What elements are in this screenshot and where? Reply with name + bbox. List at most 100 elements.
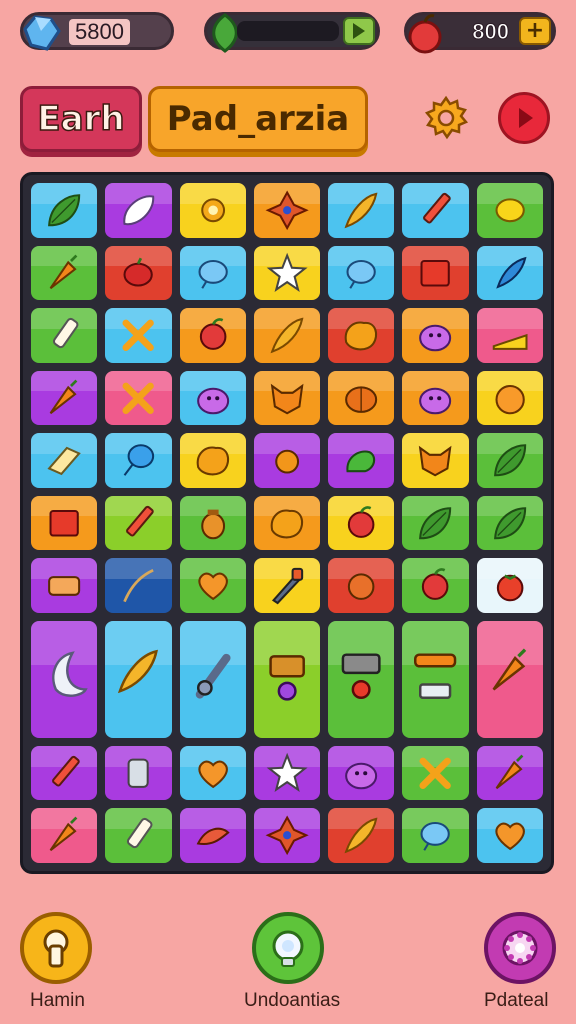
leaf-icon (493, 506, 526, 540)
tile-1-1[interactable] (105, 245, 172, 301)
tile-5-6[interactable] (476, 495, 543, 551)
tile-1-5[interactable] (402, 245, 469, 301)
tile-2-2[interactable] (179, 308, 246, 363)
tile-6-3[interactable] (253, 558, 321, 613)
tile-10-1[interactable] (105, 808, 172, 863)
tile-4-3[interactable] (253, 433, 321, 488)
tile-7-2[interactable] (179, 620, 246, 738)
home-button[interactable] (20, 912, 92, 984)
coins-value: 800 (472, 19, 510, 45)
tile-0-3[interactable] (253, 183, 321, 238)
tile-10-0[interactable] (31, 808, 98, 863)
tile-3-4[interactable] (328, 370, 395, 426)
tile-2-6[interactable] (476, 308, 543, 363)
tile-0-4[interactable] (328, 183, 395, 238)
tile-4-4[interactable] (328, 433, 395, 488)
tile-9-5[interactable] (402, 745, 469, 801)
tile-6-5[interactable] (402, 558, 469, 613)
tile-0-1[interactable] (105, 183, 172, 238)
lightbulb-icon (272, 930, 304, 967)
slime-icon (419, 324, 452, 352)
tile-5-1[interactable] (105, 495, 172, 551)
tile-7-5[interactable] (402, 620, 469, 738)
tile-1-6[interactable] (476, 245, 543, 301)
seed-icon (123, 195, 155, 226)
tile-7-1[interactable] (105, 620, 172, 738)
tile-9-6[interactable] (476, 745, 543, 801)
tile-7-4[interactable] (328, 620, 395, 738)
tile-9-1[interactable] (105, 745, 172, 801)
tile-7-3[interactable] (253, 620, 321, 738)
gem-icon (23, 15, 61, 51)
tile-2-1[interactable] (105, 308, 172, 363)
tile-2-5[interactable] (402, 308, 469, 363)
play-button[interactable] (498, 92, 550, 144)
settings-button[interactable] (484, 912, 556, 984)
tile-2-4[interactable] (328, 308, 395, 363)
add-coins-button[interactable]: + (519, 17, 551, 45)
tile-9-2[interactable] (179, 745, 246, 801)
tile-9-0[interactable] (31, 745, 98, 801)
tile-5-0[interactable] (31, 495, 98, 551)
add-energy-button[interactable] (343, 17, 375, 45)
butter-icon (47, 446, 81, 476)
tile-4-1[interactable] (105, 433, 172, 488)
tile-3-5[interactable] (402, 370, 469, 426)
tile-3-1[interactable] (105, 370, 172, 426)
tile-3-0[interactable] (31, 370, 98, 426)
gear-icon[interactable] (420, 92, 472, 144)
fox-icon (270, 383, 304, 415)
tile-6-2[interactable] (179, 558, 246, 613)
upgrades-button[interactable] (252, 912, 324, 984)
tile-1-4[interactable] (328, 245, 395, 301)
quill-icon (495, 256, 527, 289)
tile-5-2[interactable] (179, 495, 246, 551)
star-icon (266, 752, 308, 792)
tile-4-5[interactable] (402, 433, 469, 488)
tile-1-2[interactable] (179, 245, 246, 301)
tile-1-3[interactable] (253, 245, 321, 301)
coins-counter: 800 + (404, 12, 556, 54)
tile-6-6[interactable] (476, 558, 543, 613)
tile-4-2[interactable] (179, 433, 246, 488)
glue-icon (52, 318, 79, 349)
tile-3-6[interactable] (476, 370, 543, 426)
tab-pad-arzia[interactable]: Pad_arzia (148, 86, 368, 152)
pencil-icon (423, 192, 452, 224)
tile-10-6[interactable] (476, 808, 543, 863)
plus-label: + (525, 18, 545, 43)
tile-5-5[interactable] (402, 495, 469, 551)
tile-4-0[interactable] (31, 433, 98, 488)
tab-earh[interactable]: Earh (20, 86, 142, 152)
tile-1-0[interactable] (31, 245, 98, 301)
pencil-icon (52, 755, 80, 787)
feather-icon (344, 818, 378, 854)
tile-10-2[interactable] (179, 808, 246, 863)
upgrades-label: Undoantias (244, 990, 341, 1011)
tile-5-3[interactable] (253, 495, 321, 551)
carrot-icon (492, 648, 526, 691)
tile-3-2[interactable] (179, 370, 246, 426)
tile-6-0[interactable] (31, 558, 98, 613)
tile-0-0[interactable] (31, 183, 98, 238)
tile-0-5[interactable] (402, 183, 469, 238)
tile-0-6[interactable] (476, 183, 543, 238)
tile-4-6[interactable] (476, 433, 543, 488)
tile-9-3[interactable] (253, 745, 321, 801)
tile-5-4[interactable] (328, 495, 395, 551)
tile-2-0[interactable] (31, 308, 98, 363)
tile-7-0[interactable] (31, 620, 98, 738)
apple-icon (422, 568, 449, 601)
tile-6-4[interactable] (328, 558, 395, 613)
bubble-icon (198, 259, 228, 289)
tile-10-3[interactable] (253, 808, 321, 863)
tile-10-5[interactable] (402, 808, 469, 863)
moon-icon (52, 651, 88, 697)
tile-9-4[interactable] (328, 745, 395, 801)
tile-10-4[interactable] (328, 808, 395, 863)
tile-6-1[interactable] (105, 558, 172, 613)
tile-2-3[interactable] (253, 308, 321, 363)
tile-0-2[interactable] (179, 183, 246, 238)
tile-7-6[interactable] (476, 620, 543, 738)
tile-3-3[interactable] (253, 370, 321, 426)
